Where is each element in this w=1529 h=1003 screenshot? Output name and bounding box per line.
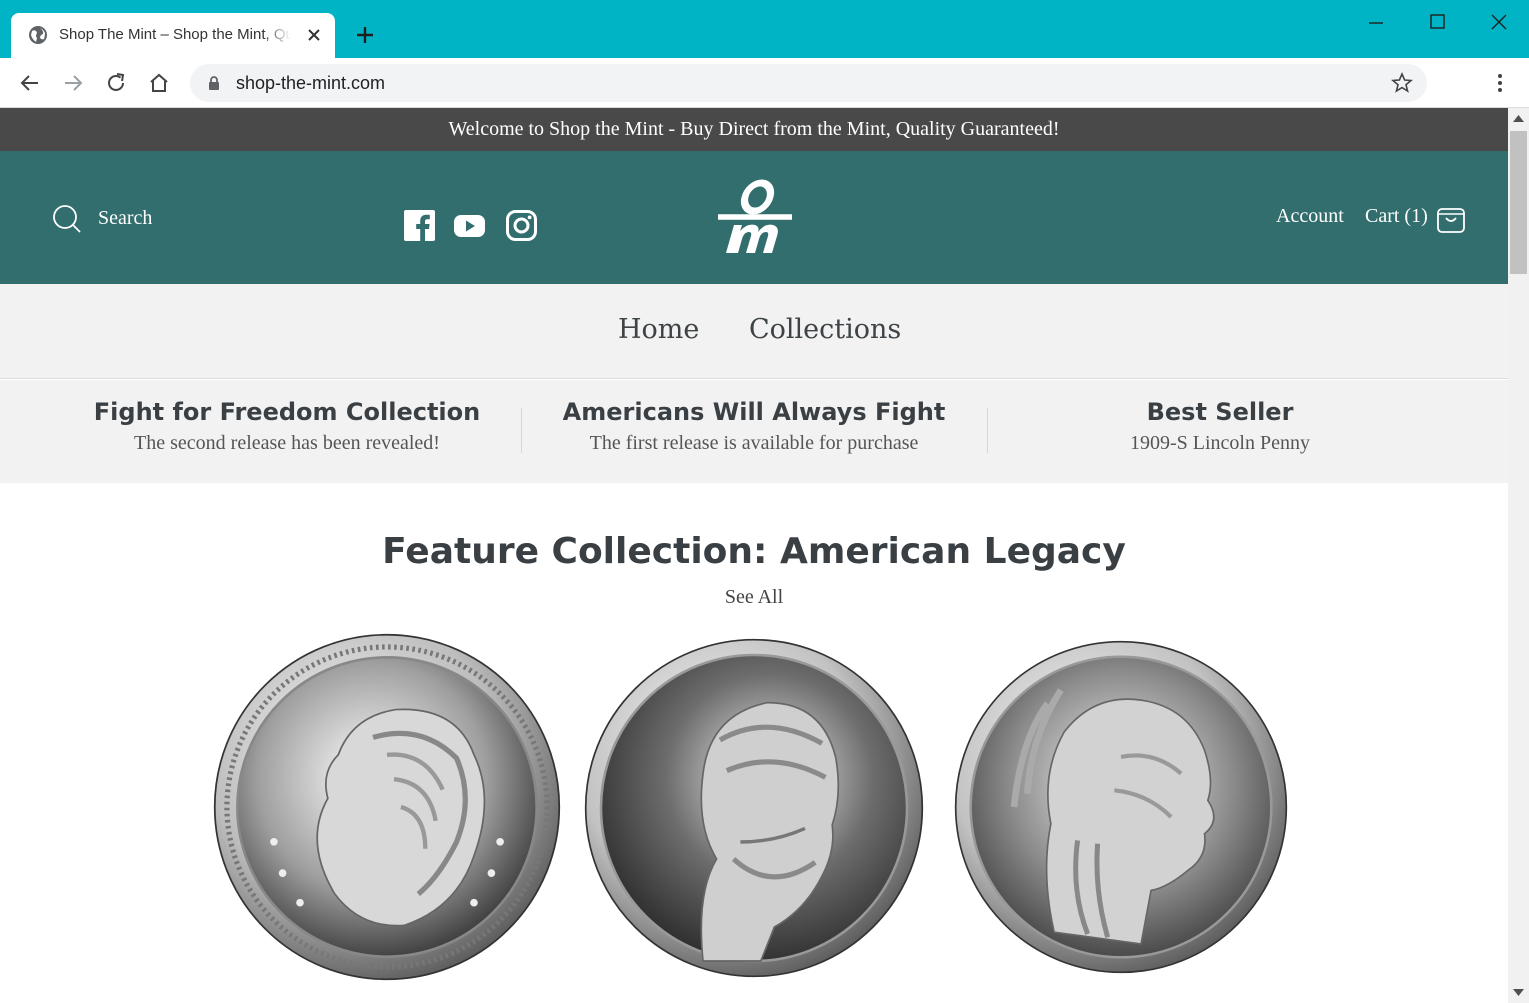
forward-icon[interactable] xyxy=(60,70,86,96)
promo-subtitle: 1909-S Lincoln Penny xyxy=(1130,432,1310,454)
instagram-icon[interactable] xyxy=(505,209,538,242)
promo-bar: Fight for Freedom Collection The second … xyxy=(0,380,1508,483)
lincoln-penny-coin-image[interactable] xyxy=(584,638,924,978)
promo-best-seller[interactable]: Best Seller 1909-S Lincoln Penny xyxy=(987,398,1453,455)
search-icon xyxy=(53,205,81,233)
star-icon[interactable] xyxy=(1391,72,1413,94)
account-link[interactable]: Account xyxy=(1276,205,1344,228)
tab-title: Shop The Mint – Shop the Mint, Quality G… xyxy=(59,26,291,43)
site-logo[interactable] xyxy=(712,179,798,259)
minimize-icon[interactable] xyxy=(1361,8,1391,38)
promo-subtitle: The first release is available for purch… xyxy=(589,432,919,454)
scroll-up-arrow-icon[interactable] xyxy=(1513,114,1524,122)
lock-icon[interactable] xyxy=(206,75,222,91)
browser-tab-active[interactable]: Shop The Mint – Shop the Mint, Quality G… xyxy=(11,13,335,58)
promo-subtitle: The second release has been revealed! xyxy=(134,432,440,454)
cart-link[interactable]: Cart (1) xyxy=(1365,205,1428,228)
scroll-down-arrow-icon[interactable] xyxy=(1513,989,1524,997)
facebook-icon[interactable] xyxy=(403,209,436,242)
nav-collections[interactable]: Collections xyxy=(749,314,901,345)
kebab-menu-icon[interactable] xyxy=(1489,71,1511,95)
announcement-bar: Welcome to Shop the Mint - Buy Direct fr… xyxy=(0,108,1508,151)
window-close-icon[interactable] xyxy=(1484,8,1514,38)
home-icon[interactable] xyxy=(146,70,172,96)
nav-home[interactable]: Home xyxy=(618,314,699,345)
browser-toolbar: shop-the-mint.com xyxy=(0,58,1529,108)
promo-americans-will-always-fight[interactable]: Americans Will Always Fight The first re… xyxy=(521,398,987,455)
main-navigation: Home Collections xyxy=(0,284,1508,379)
promo-title: Fight for Freedom Collection xyxy=(93,398,481,426)
morgan-dollar-coin-image[interactable] xyxy=(213,633,561,981)
promo-fight-for-freedom[interactable]: Fight for Freedom Collection The second … xyxy=(54,398,520,455)
promo-title: Best Seller xyxy=(1146,398,1294,426)
web-page: Welcome to Shop the Mint - Buy Direct fr… xyxy=(0,108,1508,1003)
search-button[interactable]: Search xyxy=(52,204,172,234)
globe-icon xyxy=(29,26,47,44)
search-label: Search xyxy=(98,207,153,229)
site-header: Search Account Cart (1) xyxy=(0,151,1508,284)
feature-collection-title: Feature Collection: American Legacy xyxy=(382,531,1126,572)
plus-icon[interactable] xyxy=(352,22,378,48)
see-all-link[interactable]: See All xyxy=(0,586,1508,609)
browser-titlebar: Shop The Mint – Shop the Mint, Quality G… xyxy=(0,0,1529,58)
page-scrollbar[interactable] xyxy=(1508,108,1529,1003)
cart-bag-icon[interactable] xyxy=(1436,202,1466,234)
buffalo-nickel-coin-image[interactable] xyxy=(954,640,1288,974)
scrollbar-thumb[interactable] xyxy=(1510,131,1527,274)
address-bar[interactable]: shop-the-mint.com xyxy=(190,64,1427,102)
close-icon[interactable] xyxy=(304,25,324,45)
maximize-icon[interactable] xyxy=(1422,8,1452,38)
promo-title: Americans Will Always Fight xyxy=(562,398,946,426)
url-text[interactable]: shop-the-mint.com xyxy=(236,73,385,94)
youtube-icon[interactable] xyxy=(453,209,486,242)
back-icon[interactable] xyxy=(17,70,43,96)
reload-icon[interactable] xyxy=(103,70,129,96)
